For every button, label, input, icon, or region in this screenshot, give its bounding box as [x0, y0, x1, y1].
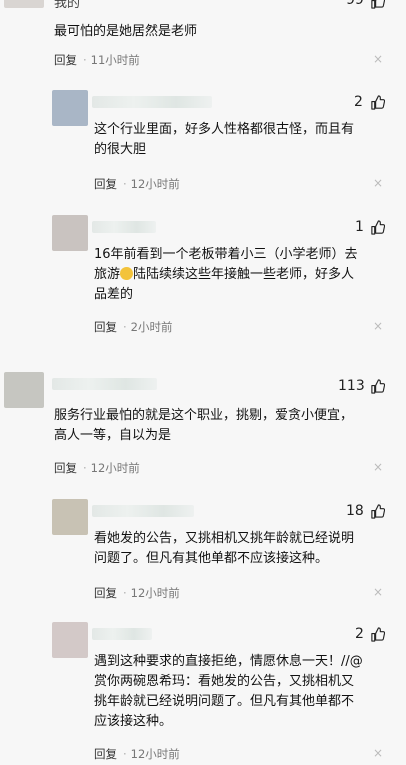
- comment-text: 这个行业里面，好多人性格都很古怪，而且有 的很大胆: [94, 122, 355, 157]
- comment-text: 最可怕的是她居然是老师: [54, 24, 198, 39]
- comment-meta: 回复 · 2小时前: [94, 320, 173, 334]
- close-icon[interactable]: ×: [373, 585, 383, 599]
- like-count: 2: [355, 626, 364, 642]
- comment-meta: 回复 · 11小时前: [54, 53, 140, 67]
- comment-2: 1 16年前看到一个老板带着小三（小学老师）去 旅游 陆陆续续这些年接触一些老师，…: [0, 213, 406, 343]
- like-count: 113: [338, 378, 365, 394]
- comment-text: 服务行业最怕的就是这个职业，挑剔，爱贪小便宜， 高人一等，自以为是: [54, 408, 354, 443]
- comment-meta: 回复 · 12小时前: [94, 586, 180, 600]
- commenter-name-blurred[interactable]: [92, 96, 212, 108]
- comment-4: 18 看她发的公告，又挑相机又挑年龄就已经说明 问题了。但凡有其他单都不应该接这…: [0, 497, 406, 607]
- commenter-name-blurred[interactable]: [92, 628, 152, 640]
- like-count: 2: [354, 94, 363, 110]
- commenter-name-blurred[interactable]: [52, 378, 157, 390]
- avatar[interactable]: [52, 90, 88, 126]
- commenter-name-blurred[interactable]: [92, 505, 194, 517]
- avatar[interactable]: [4, 0, 44, 8]
- avatar[interactable]: [52, 215, 88, 251]
- close-icon[interactable]: ×: [373, 52, 383, 66]
- avatar[interactable]: [4, 372, 44, 408]
- timestamp: 11小时前: [90, 53, 140, 67]
- thumbs-up-icon[interactable]: [370, 95, 385, 110]
- close-icon[interactable]: ×: [373, 746, 383, 760]
- laughing-tears-emoji-icon: [120, 267, 134, 280]
- comment-3: 113 服务行业最怕的就是这个职业，挑剔，爱贪小便宜， 高人一等，自以为是 回复…: [0, 372, 406, 482]
- comment-0: 我的 99 最可怕的是她居然是老师 回复 · 11小时前 ×: [0, 0, 406, 74]
- like-count: 99: [346, 0, 364, 8]
- avatar[interactable]: [52, 622, 88, 658]
- timestamp: 12小时前: [130, 586, 180, 600]
- comment-text: 遇到这种要求的直接拒绝，情愿休息一天！//@ 赏你两碗恩希玛：看她发的公告，又挑…: [94, 654, 363, 729]
- thumbs-up-icon[interactable]: [370, 0, 385, 9]
- reply-button[interactable]: 回复: [54, 53, 77, 67]
- comment-5: 2 遇到这种要求的直接拒绝，情愿休息一天！//@ 赏你两碗恩希玛：看她发的公告，…: [0, 620, 406, 765]
- timestamp: 12小时前: [130, 747, 180, 761]
- reply-button[interactable]: 回复: [94, 320, 117, 334]
- timestamp: 12小时前: [90, 461, 140, 475]
- like-count: 18: [346, 503, 364, 519]
- close-icon[interactable]: ×: [373, 319, 383, 333]
- timestamp: 2小时前: [130, 320, 173, 334]
- comment-text: 看她发的公告，又挑相机又挑年龄就已经说明 问题了。但凡有其他单都不应该接这种。: [94, 531, 355, 566]
- commenter-name-cut[interactable]: 我的: [54, 0, 80, 11]
- like-count: 1: [355, 219, 364, 235]
- reply-button[interactable]: 回复: [54, 461, 77, 475]
- thumbs-up-icon[interactable]: [370, 220, 385, 235]
- thumbs-up-icon[interactable]: [370, 379, 385, 394]
- timestamp: 12小时前: [130, 177, 180, 191]
- comment-meta: 回复 · 12小时前: [94, 177, 180, 191]
- comment-1: 2 这个行业里面，好多人性格都很古怪，而且有 的很大胆 回复 · 12小时前 ×: [0, 88, 406, 198]
- commenter-name-blurred[interactable]: [92, 221, 156, 233]
- reply-button[interactable]: 回复: [94, 747, 117, 761]
- thumbs-up-icon[interactable]: [370, 627, 385, 642]
- comment-meta: 回复 · 12小时前: [94, 747, 180, 761]
- avatar[interactable]: [52, 499, 88, 535]
- comment-text: 16年前看到一个老板带着小三（小学老师）去 旅游 陆陆续续这些年接触一些老师，好多…: [94, 247, 358, 302]
- reply-button[interactable]: 回复: [94, 586, 117, 600]
- comment-meta: 回复 · 12小时前: [54, 461, 140, 475]
- close-icon[interactable]: ×: [373, 176, 383, 190]
- close-icon[interactable]: ×: [373, 460, 383, 474]
- thumbs-up-icon[interactable]: [370, 504, 385, 519]
- reply-button[interactable]: 回复: [94, 177, 117, 191]
